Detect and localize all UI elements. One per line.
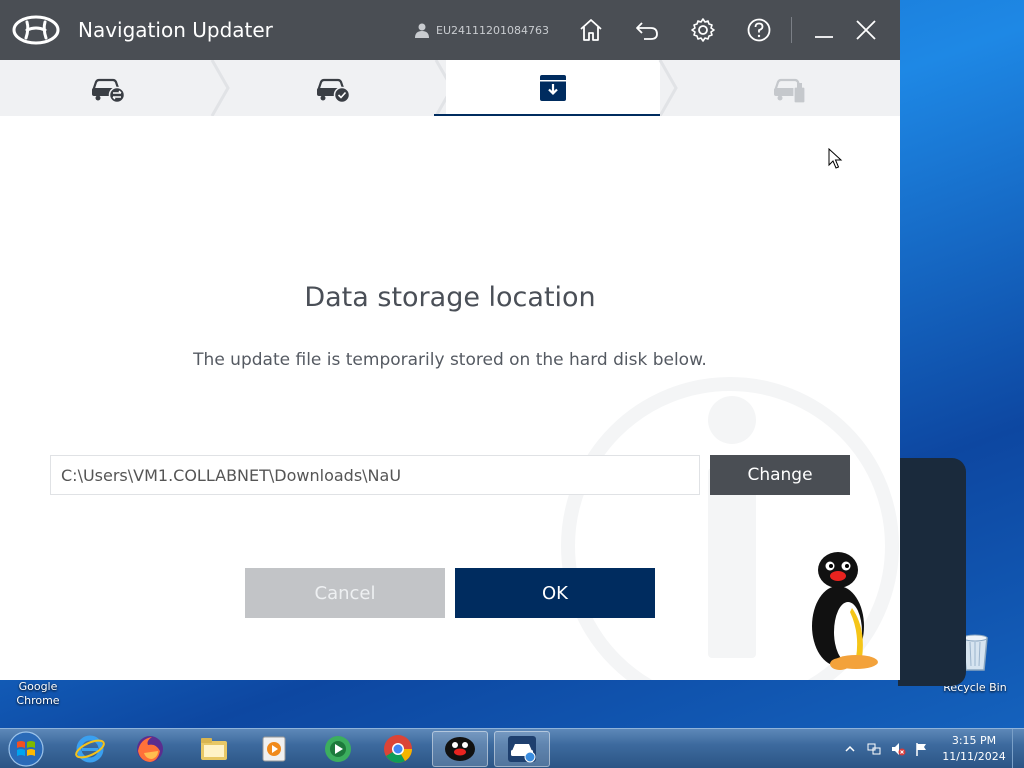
chrome-label-line1: Google xyxy=(18,680,58,693)
desktop-icon-google-chrome[interactable]: Google Chrome xyxy=(3,680,73,708)
pingu-icon xyxy=(445,737,475,761)
home-icon xyxy=(580,19,602,41)
taskbar-firefox[interactable] xyxy=(122,731,178,767)
taskbar: 3:15 PM 11/11/2024 xyxy=(0,728,1024,768)
change-button[interactable]: Change xyxy=(710,455,850,495)
dialog-content: Data storage location The update file is… xyxy=(0,116,900,680)
title-bar: Navigation Updater EU24111201084763 xyxy=(0,0,900,60)
internet-explorer-icon xyxy=(75,735,105,763)
step-download-active xyxy=(446,60,660,116)
undo-icon xyxy=(636,22,658,40)
download-box-icon xyxy=(540,75,566,101)
synergy-icon xyxy=(325,736,351,762)
back-button[interactable] xyxy=(629,12,665,48)
volume-muted-icon[interactable] xyxy=(890,741,906,757)
help-icon xyxy=(747,18,771,42)
user-info: EU24111201084763 xyxy=(414,22,549,38)
minimize-icon xyxy=(815,36,833,38)
start-orb-icon[interactable] xyxy=(6,730,46,768)
hyundai-logo xyxy=(12,15,60,45)
clock-date: 11/11/2024 xyxy=(942,750,1006,763)
dialog-heading: Data storage location xyxy=(304,282,596,313)
firefox-icon xyxy=(137,736,163,762)
network-icon[interactable] xyxy=(866,741,882,757)
step-vehicle-select xyxy=(0,60,215,116)
mascot-panel xyxy=(898,458,966,686)
close-button[interactable] xyxy=(848,12,884,48)
app-title: Navigation Updater xyxy=(78,18,273,42)
penguin-mascot-icon[interactable] xyxy=(804,548,884,674)
mouse-pointer-icon xyxy=(828,148,843,169)
taskbar-synergy[interactable] xyxy=(310,731,366,767)
ok-button[interactable]: OK xyxy=(455,568,655,618)
chrome-label-line2: Chrome xyxy=(16,694,60,707)
step-usb-transfer xyxy=(680,60,900,116)
home-button[interactable] xyxy=(573,12,609,48)
taskbar-media-player[interactable] xyxy=(246,731,302,767)
navigation-updater-window: Navigation Updater EU24111201084763 Data… xyxy=(0,0,900,680)
cancel-button[interactable]: Cancel xyxy=(245,568,445,618)
chrome-icon xyxy=(384,735,412,763)
system-tray xyxy=(842,729,938,768)
show-desktop-button[interactable] xyxy=(1012,729,1024,768)
car-usb-icon xyxy=(773,78,806,104)
storage-path-field[interactable] xyxy=(50,455,700,495)
help-button[interactable] xyxy=(741,12,777,48)
system-clock[interactable]: 3:15 PM 11/11/2024 xyxy=(936,733,1012,765)
taskbar-pingu[interactable] xyxy=(432,731,488,767)
dialog-description: The update file is temporarily stored on… xyxy=(193,350,707,370)
step-vehicle-confirm xyxy=(225,60,440,116)
settings-button[interactable] xyxy=(685,12,721,48)
user-id: EU24111201084763 xyxy=(436,23,549,37)
close-icon xyxy=(856,20,876,40)
taskbar-internet-explorer[interactable] xyxy=(62,731,118,767)
gear-icon xyxy=(691,18,715,42)
folder-icon xyxy=(201,738,227,760)
minimize-button[interactable] xyxy=(806,12,842,48)
navigation-updater-icon xyxy=(508,736,536,763)
user-icon xyxy=(415,23,430,38)
car-check-icon xyxy=(316,78,350,104)
media-player-icon xyxy=(262,736,286,762)
car-swap-icon xyxy=(91,78,125,104)
progress-steps xyxy=(0,60,900,116)
titlebar-separator xyxy=(791,17,792,43)
taskbar-file-explorer[interactable] xyxy=(186,731,242,767)
action-center-flag-icon[interactable] xyxy=(914,741,930,757)
taskbar-navigation-updater[interactable] xyxy=(494,731,550,767)
show-hidden-icons-icon[interactable] xyxy=(842,741,858,757)
taskbar-chrome[interactable] xyxy=(370,731,426,767)
clock-time: 3:15 PM xyxy=(951,734,997,747)
step-divider-3 xyxy=(658,60,678,116)
